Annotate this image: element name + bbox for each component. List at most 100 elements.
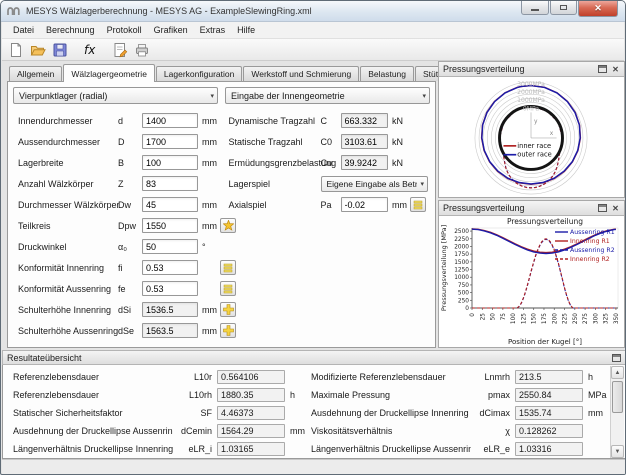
titlebar[interactable]: MESYS Wälzlagerberechnung - MESYS AG - E… xyxy=(1,1,625,22)
inner-diameter-input[interactable] xyxy=(142,113,198,128)
save-button[interactable] xyxy=(49,40,71,60)
scroll-down-button[interactable]: ▼ xyxy=(611,445,624,458)
menu-datei[interactable]: Datei xyxy=(7,23,40,37)
rolling-element-count-input[interactable] xyxy=(142,176,198,191)
menu-extras[interactable]: Extras xyxy=(194,23,232,37)
conformity-inner-input[interactable] xyxy=(142,260,198,275)
close-button[interactable]: ✕ xyxy=(578,1,618,17)
open-folder-icon xyxy=(30,42,46,58)
panel-title: Pressungsverteilung xyxy=(443,203,595,213)
pressure-line-panel: Pressungsverteilung ✕ 025050075010001250… xyxy=(438,200,625,348)
svg-text:275: 275 xyxy=(583,313,589,324)
menu-grafiken[interactable]: Grafiken xyxy=(148,23,194,37)
results-header[interactable]: Resultateübersicht xyxy=(2,350,626,365)
contact-angle-input[interactable] xyxy=(142,239,198,254)
float-icon[interactable] xyxy=(611,353,622,363)
svg-text:100: 100 xyxy=(511,313,517,324)
menu-hilfe[interactable]: Hilfe xyxy=(231,23,261,37)
svg-text:Innenring R2: Innenring R2 xyxy=(570,256,610,263)
result-row: Referenzlebensdauer L10rh 1880.35 h Maxi… xyxy=(3,386,609,404)
axial-clearance-input[interactable] xyxy=(341,197,389,212)
svg-text:y: y xyxy=(534,119,538,125)
svg-text:fx: fx xyxy=(84,43,96,57)
float-icon[interactable] xyxy=(597,64,608,74)
conformity-outer-input[interactable] xyxy=(142,281,198,296)
tab-allgemein[interactable]: Allgemein xyxy=(9,66,62,81)
geometry-tab-panel: Vierpunktlager (radial) ▾ Eingabe der In… xyxy=(7,81,436,348)
save-icon xyxy=(52,42,68,58)
close-icon[interactable]: ✕ xyxy=(610,203,621,213)
svg-text:300: 300 xyxy=(593,313,599,324)
results-body: Referenzlebensdauer L10r 0.564106 Modifi… xyxy=(2,365,626,459)
pressure-polar-panel: Pressungsverteilung ✕ yx3000MPa2000MPa10… xyxy=(438,61,625,198)
svg-text:250: 250 xyxy=(573,313,579,324)
float-icon[interactable] xyxy=(597,203,608,213)
result-value: 1.03316 xyxy=(515,442,583,456)
statusbar xyxy=(2,459,626,474)
rolling-element-diameter-input[interactable] xyxy=(142,197,198,212)
form-row: Innendurchmesser d mm xyxy=(11,110,222,131)
panel-title: Pressungsverteilung xyxy=(443,64,595,74)
geometry-input-select[interactable]: Eingabe der Innengeometrie ▾ xyxy=(225,87,430,104)
tab-waelzlagergeometrie[interactable]: Wälzlagergeometrie xyxy=(63,64,155,82)
formula-fx-icon: fx xyxy=(82,42,98,58)
close-icon[interactable]: ✕ xyxy=(610,64,621,74)
clearance-select[interactable]: Eigene Eingabe als Betriebsspiel ▾ xyxy=(321,176,429,192)
new-file-button[interactable] xyxy=(5,40,27,60)
svg-text:500: 500 xyxy=(458,291,469,297)
form-row: Teilkreis Dpw mm xyxy=(11,215,222,236)
result-value: 0.564106 xyxy=(217,370,285,384)
chevron-down-icon: ▾ xyxy=(417,180,424,188)
menu-protokoll[interactable]: Protokoll xyxy=(101,23,148,37)
maximize-button[interactable] xyxy=(550,1,577,15)
bearing-width-input[interactable] xyxy=(142,155,198,170)
minimize-button[interactable] xyxy=(521,1,549,15)
fatigue-load-field xyxy=(341,155,389,170)
form-row: Schulterhöhe Aussenring dSe mm xyxy=(11,320,222,341)
results-scrollbar[interactable]: ▲ ▼ xyxy=(610,366,624,458)
dynamic-capacity-field xyxy=(341,113,389,128)
svg-text:2000MPa: 2000MPa xyxy=(517,89,545,96)
svg-text:1250: 1250 xyxy=(454,268,469,274)
result-value: 2550.84 xyxy=(515,388,583,402)
pitch-diameter-input[interactable] xyxy=(142,218,198,233)
result-value: 213.5 xyxy=(515,370,583,384)
tab-lagerkonfiguration[interactable]: Lagerkonfiguration xyxy=(156,66,242,81)
results-title: Resultateübersicht xyxy=(7,353,609,363)
scroll-up-button[interactable]: ▲ xyxy=(611,366,624,379)
tab-werkstoff-schmierung[interactable]: Werkstoff und Schmierung xyxy=(243,66,359,81)
panel-header[interactable]: Pressungsverteilung ✕ xyxy=(439,201,624,216)
main-area: Allgemein Wälzlagergeometrie Lagerkonfig… xyxy=(2,61,626,474)
axial-clearance-options-button[interactable] xyxy=(410,197,426,212)
shoulder-outer-field xyxy=(142,323,198,338)
print-button[interactable] xyxy=(131,40,153,60)
open-file-button[interactable] xyxy=(27,40,49,60)
bearing-type-select[interactable]: Vierpunktlager (radial) ▾ xyxy=(13,87,218,104)
svg-text:1500: 1500 xyxy=(454,260,469,266)
svg-text:150: 150 xyxy=(532,313,538,324)
pressure-polar-svg: yx3000MPa2000MPa1000MPa0MPainner raceout… xyxy=(439,77,624,197)
svg-text:1000MPa: 1000MPa xyxy=(517,97,545,104)
form-row: Aussendurchmesser D mm xyxy=(11,131,222,152)
panel-header[interactable]: Pressungsverteilung ✕ xyxy=(439,62,624,77)
scrollbar-thumb[interactable] xyxy=(612,381,623,413)
new-file-icon xyxy=(8,42,24,58)
svg-text:200: 200 xyxy=(552,313,558,324)
maximize-icon xyxy=(560,5,567,10)
result-value: 4.46373 xyxy=(217,406,285,420)
results-panel: Resultateübersicht Referenzlebensdauer L… xyxy=(2,350,626,459)
formula-button[interactable]: fx xyxy=(79,40,101,60)
menubar: Datei Berechnung Protokoll Grafiken Extr… xyxy=(2,22,624,39)
form-row: Durchmesser Wälzkörper Dw mm xyxy=(11,194,222,215)
report-button[interactable] xyxy=(109,40,131,60)
bearing-tabwidget: Allgemein Wälzlagergeometrie Lagerkonfig… xyxy=(7,63,436,348)
tabbar: Allgemein Wälzlagergeometrie Lagerkonfig… xyxy=(7,63,436,81)
svg-text:inner race: inner race xyxy=(517,142,551,150)
chevron-down-icon: ▾ xyxy=(207,92,214,100)
svg-text:25: 25 xyxy=(480,313,486,321)
svg-text:350: 350 xyxy=(614,313,620,324)
svg-text:325: 325 xyxy=(604,313,610,324)
tab-belastung[interactable]: Belastung xyxy=(360,66,414,81)
menu-berechnung[interactable]: Berechnung xyxy=(40,23,101,37)
outer-diameter-input[interactable] xyxy=(142,134,198,149)
